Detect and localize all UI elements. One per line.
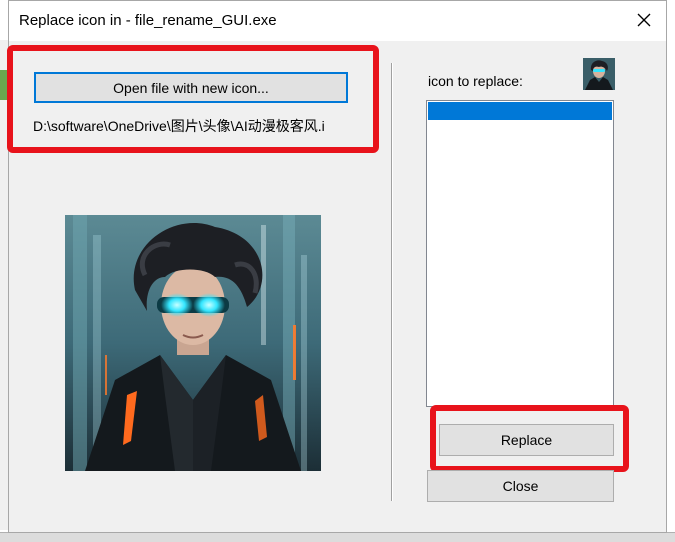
annotation-highlight-replace bbox=[430, 405, 629, 472]
title-bar: Replace icon in - file_rename_GUI.exe bbox=[9, 1, 666, 41]
icon-thumbnail bbox=[583, 58, 615, 90]
icon-list-item-selected[interactable] bbox=[428, 102, 612, 120]
background-window-accent bbox=[0, 70, 7, 100]
icon-list[interactable] bbox=[426, 100, 614, 407]
annotation-highlight-open bbox=[7, 45, 379, 153]
icon-to-replace-label: icon to replace: bbox=[428, 73, 523, 89]
close-button[interactable]: Close bbox=[427, 470, 614, 502]
panel-divider bbox=[391, 63, 393, 501]
window-title: Replace icon in - file_rename_GUI.exe bbox=[19, 12, 277, 29]
close-icon[interactable] bbox=[634, 10, 654, 30]
replace-icon-dialog: Replace icon in - file_rename_GUI.exe Op… bbox=[7, 0, 667, 533]
new-icon-preview-image bbox=[65, 215, 321, 471]
